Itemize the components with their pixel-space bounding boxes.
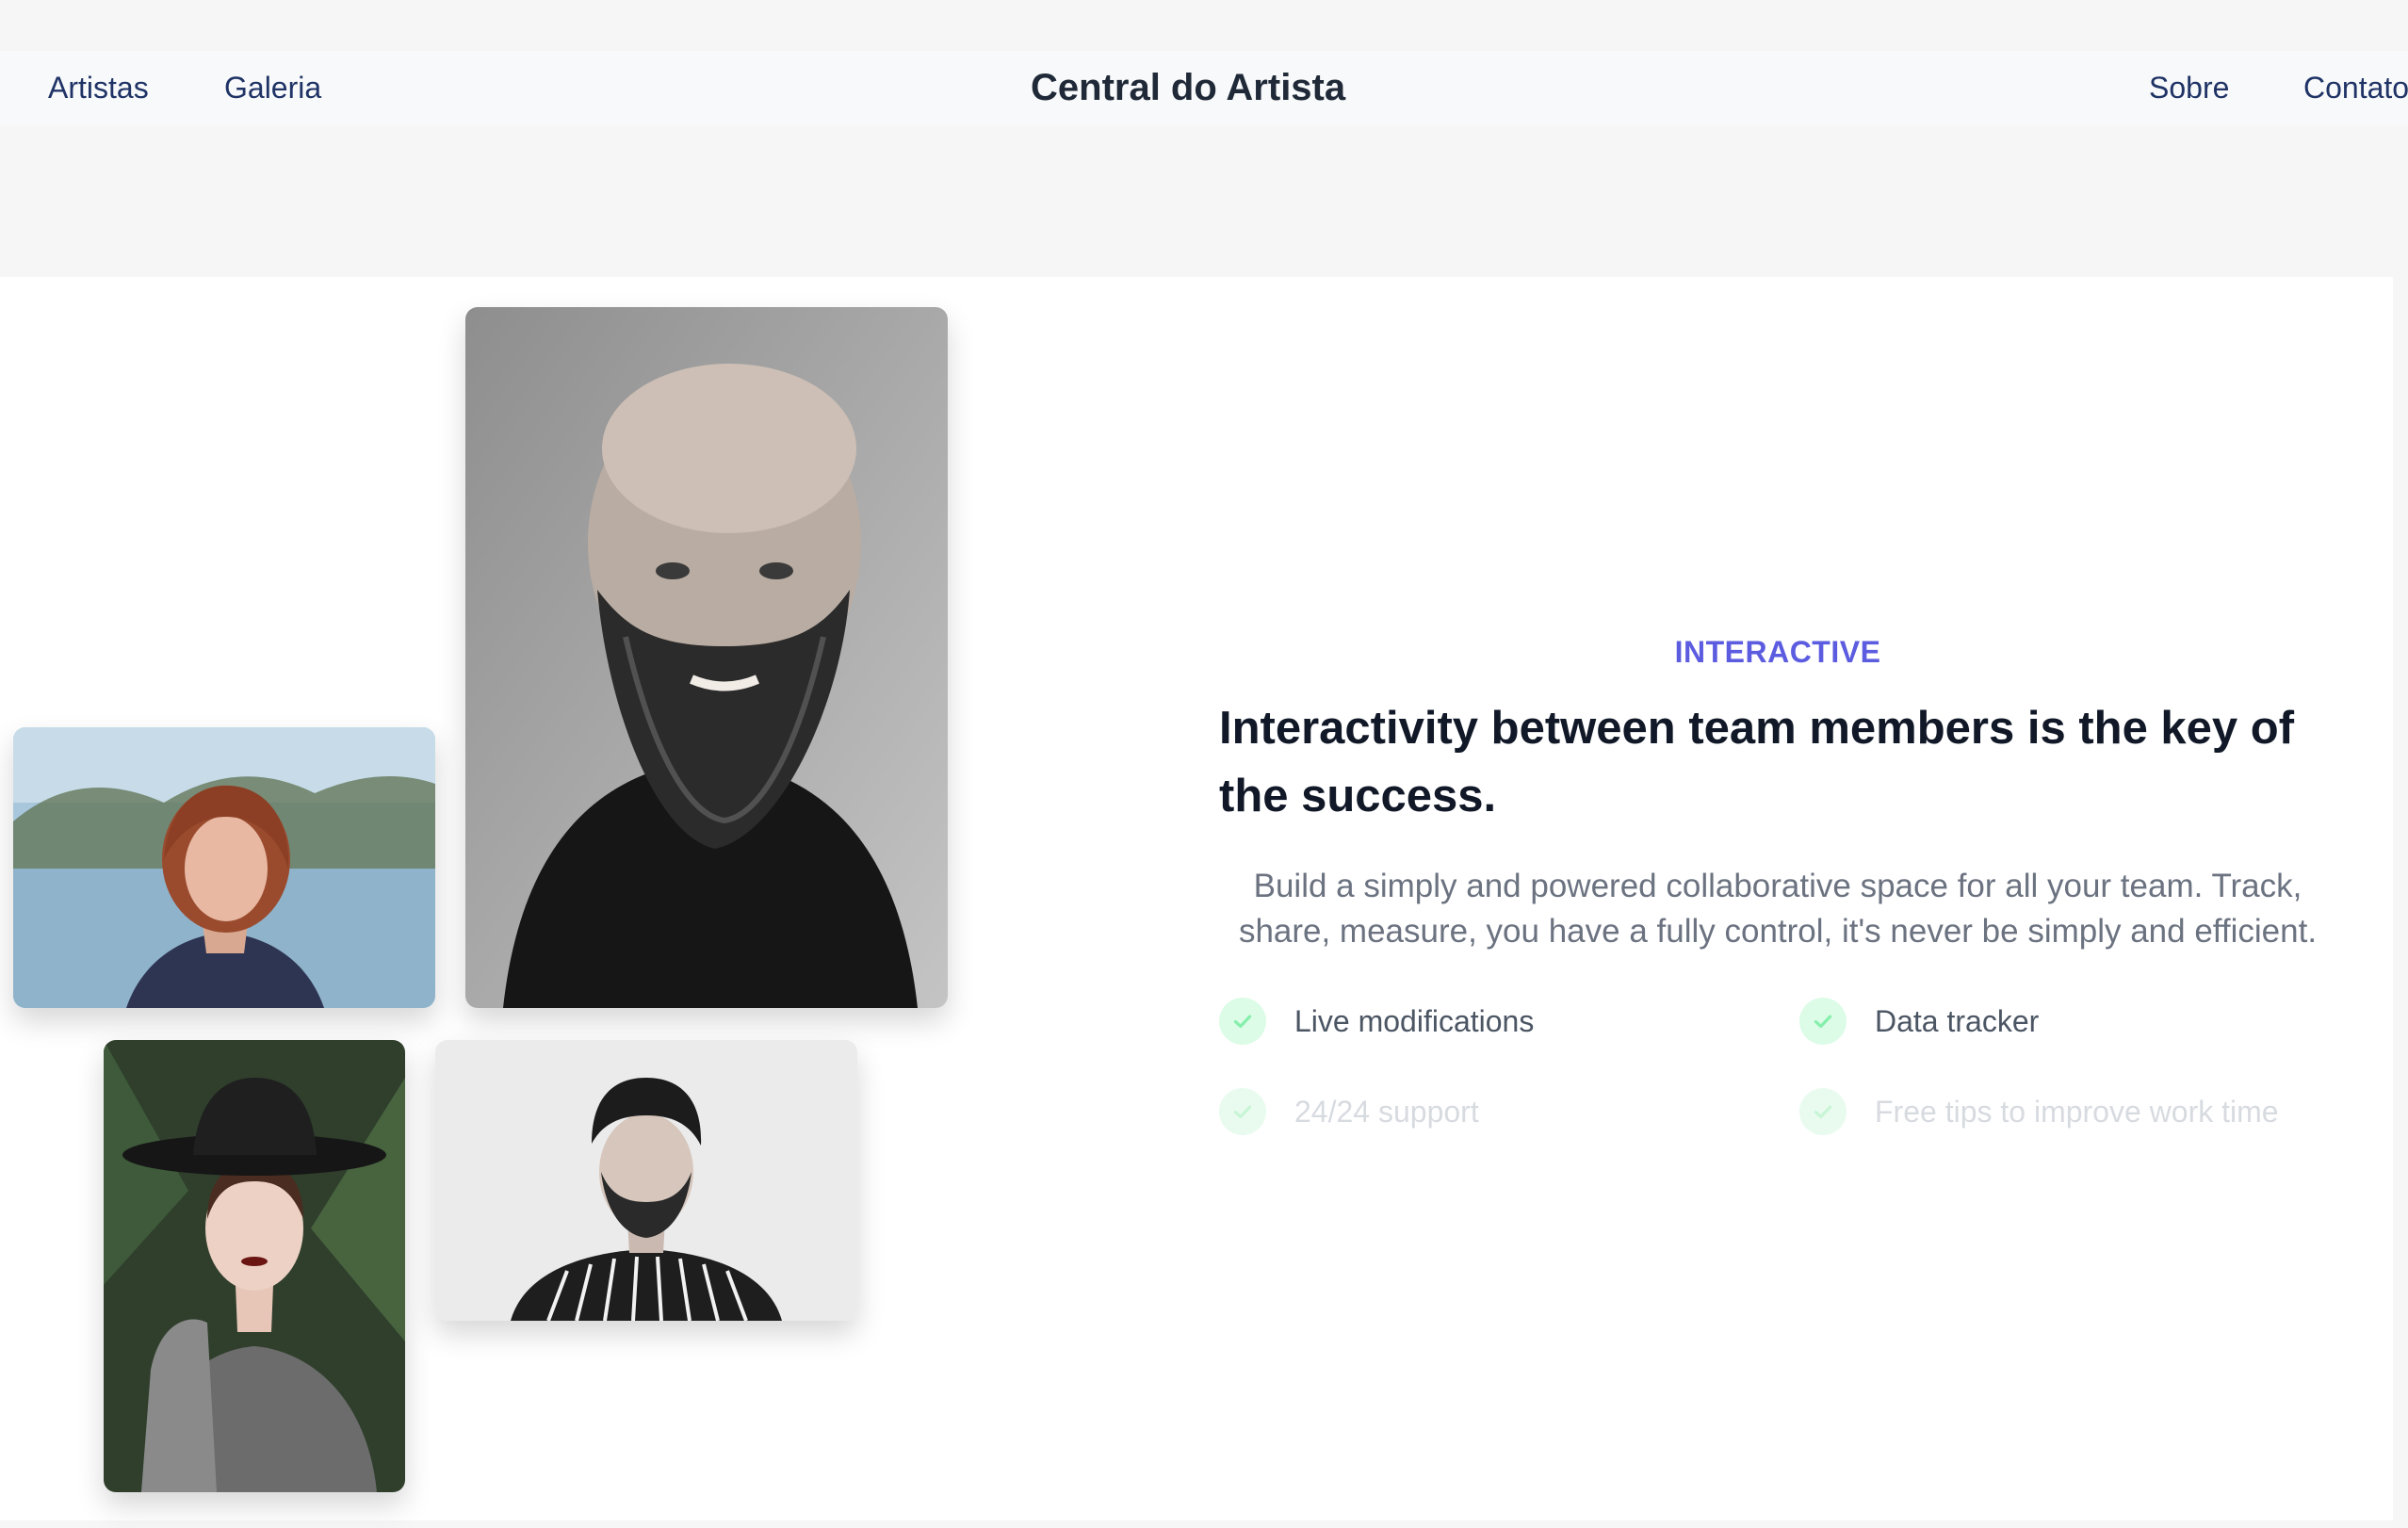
section-lead: Build a simply and powered collaborative… (1238, 868, 2318, 950)
nav-link-contato[interactable]: Contato (2303, 51, 2408, 125)
check-icon (1219, 998, 1266, 1045)
feature-label: 24/24 support (1294, 1094, 1479, 1129)
navbar: Artistas Galeria Central do Artista Sobr… (0, 51, 2408, 125)
check-icon (1219, 1088, 1266, 1135)
page: Artistas Galeria Central do Artista Sobr… (0, 0, 2408, 1528)
feature-item-data-tracker: Data tracker (1799, 998, 2039, 1045)
section-eyebrow: INTERACTIVE (1674, 635, 1881, 669)
feature-list: Live modifications Data tracker 24/24 su… (1219, 998, 2336, 1167)
check-icon (1799, 998, 1847, 1045)
photo-man-striped-shirt (435, 1040, 857, 1321)
brand-title[interactable]: Central do Artista (1031, 51, 1345, 125)
nav-link-galeria[interactable]: Galeria (224, 51, 321, 125)
photo-woman-with-hat (104, 1040, 405, 1492)
feature-item-live-modifications: Live modifications (1219, 998, 1534, 1045)
feature-section: INTERACTIVE Interactivity between team m… (0, 277, 2393, 1520)
check-icon (1799, 1088, 1847, 1135)
feature-label: Data tracker (1875, 1003, 2040, 1038)
photo-redhead-woman (13, 727, 435, 1008)
nav-link-artistas[interactable]: Artistas (48, 51, 149, 125)
feature-label: Free tips to improve work time (1875, 1094, 2279, 1129)
feature-content: INTERACTIVE Interactivity between team m… (1219, 635, 2336, 1167)
section-heading: Interactivity between team members is th… (1219, 703, 2295, 821)
feature-label: Live modifications (1294, 1003, 1535, 1038)
feature-item-free-tips: Free tips to improve work time (1799, 1088, 2279, 1135)
feature-item-support: 24/24 support (1219, 1088, 1479, 1135)
nav-link-sobre[interactable]: Sobre (2149, 51, 2229, 125)
photo-bearded-man (465, 307, 948, 1008)
